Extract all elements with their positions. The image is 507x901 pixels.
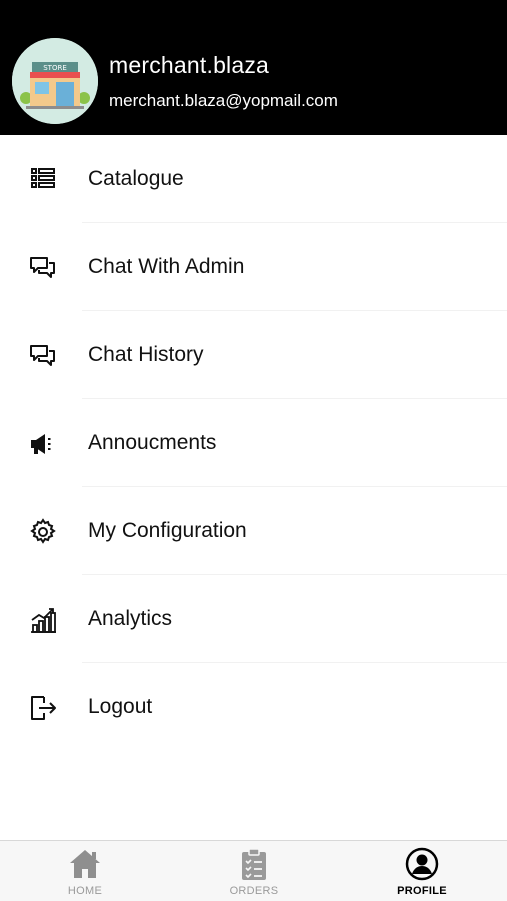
menu-item-label: Logout <box>88 695 153 718</box>
menu-item-chat-with-admin[interactable]: Chat With Admin <box>0 223 507 311</box>
clipboard-icon <box>237 847 271 881</box>
menu-item-logout[interactable]: Logout <box>0 663 507 751</box>
tab-label: HOME <box>67 885 103 897</box>
chart-icon <box>28 605 58 635</box>
user-email: merchant.blaza@yopmail.com <box>109 91 338 110</box>
menu-item-analytics[interactable]: Analytics <box>0 575 507 663</box>
avatar-sign-text: STORE <box>43 64 67 72</box>
menu-item-label: Chat With Admin <box>88 255 245 278</box>
menu-item-label: Annoucments <box>88 431 217 454</box>
store-avatar[interactable]: STORE <box>12 38 98 124</box>
tab-label: PROFILE <box>397 885 447 897</box>
tab-profile[interactable]: PROFILE <box>362 841 482 901</box>
menu-item-my-configuration[interactable]: My Configuration <box>0 487 507 575</box>
chat-icon <box>28 253 58 283</box>
menu-item-label: Chat History <box>88 343 204 366</box>
logout-icon <box>28 693 58 723</box>
menu-item-catalogue[interactable]: Catalogue <box>0 135 507 223</box>
tab-home[interactable]: HOME <box>25 841 145 901</box>
tab-orders[interactable]: ORDERS <box>194 841 314 901</box>
profile-header: STORE merchant.blaza merchant.blaza@yopm… <box>0 0 507 135</box>
menu-item-label: Catalogue <box>88 167 184 190</box>
gear-icon <box>28 517 58 547</box>
chat-icon <box>28 341 58 371</box>
list-icon <box>28 165 58 195</box>
user-name: merchant.blaza <box>109 52 270 78</box>
menu-item-label: My Configuration <box>88 519 247 542</box>
menu-item-label: Analytics <box>88 607 173 630</box>
megaphone-icon <box>28 429 58 459</box>
user-circle-icon <box>405 847 439 881</box>
store-icon: STORE <box>12 38 98 124</box>
profile-menu: Catalogue Chat With Admin Chat History A… <box>0 135 507 751</box>
home-icon <box>68 847 102 881</box>
tab-label: ORDERS <box>229 885 279 897</box>
bottom-tab-bar: HOME ORDERS PROFILE <box>0 840 507 901</box>
menu-item-announcements[interactable]: Annoucments <box>0 399 507 487</box>
menu-item-chat-history[interactable]: Chat History <box>0 311 507 399</box>
